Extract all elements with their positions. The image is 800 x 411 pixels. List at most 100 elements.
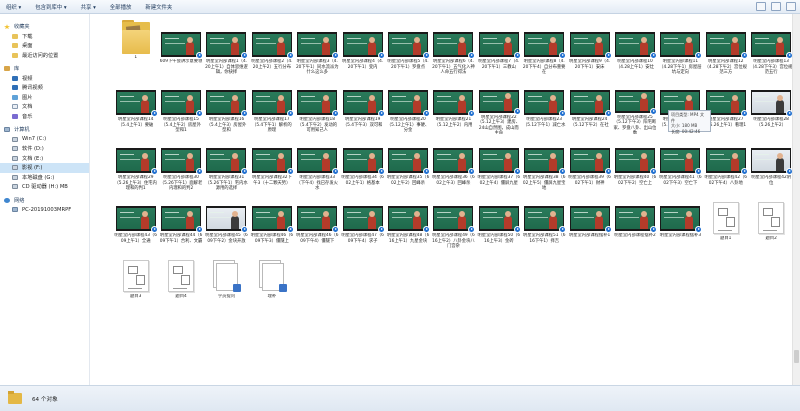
nav-item[interactable]: 视频 (0, 74, 89, 84)
file-item[interactable]: 明星堂内部课程18（5.4下午2）发动的可用知己人 (295, 76, 340, 134)
file-item[interactable]: 题目2 (748, 192, 793, 250)
file-item[interactable]: 理补 (249, 250, 294, 308)
nav-item[interactable]: 影视 (F:) (0, 163, 89, 173)
file-item[interactable]: 明星堂内部课程48（616上午1）九星金块 (385, 192, 431, 250)
file-item[interactable]: 609下午会讲示意要领 (158, 18, 204, 76)
file-item[interactable]: 明星堂内部课程4（4.20下午1）变内 (340, 18, 385, 76)
nav-item[interactable]: 文档 (0, 102, 89, 112)
nav-item[interactable]: 腾讯视频 (0, 83, 89, 93)
file-item[interactable]: 明星堂内部课程39（602下午1）财神 (567, 134, 612, 192)
file-item[interactable]: 明星堂内部课程2（4.20上午2）五行分布 (249, 18, 294, 76)
help-icon[interactable] (786, 2, 796, 11)
file-item[interactable]: 明星堂内部课程5（4.20下午1）罗盘点 (385, 18, 431, 76)
file-item[interactable]: 明星堂内部课程38（602上午5）僵屏九星宝地 (522, 134, 567, 192)
file-item[interactable]: 明星堂内部课程36（602上午3）回峰杀 (431, 134, 476, 192)
nav-item[interactable]: 计算机 (0, 125, 89, 135)
nav-item[interactable]: 文档 (E:) (0, 154, 89, 164)
file-item[interactable]: 明星堂内部课程42（602下午4）八卦地 (703, 134, 748, 192)
video-thumbnail (614, 148, 657, 175)
file-item[interactable]: 题目3 (113, 250, 158, 308)
file-item[interactable]: 明星堂内部课程6（4.20下午1）五气化入神人命五行得法 (431, 18, 476, 76)
play-badge-icon (604, 110, 612, 117)
folder-item[interactable]: 1 (113, 18, 158, 76)
file-item[interactable]: 题目1 (703, 192, 748, 250)
play-badge-icon (468, 52, 476, 59)
nav-item[interactable]: 下载 (0, 32, 89, 42)
file-item[interactable]: 明星堂内部课程42阴位 (748, 134, 794, 192)
file-item[interactable]: 明星堂内部课程10（4.28上午1）安灶 (612, 18, 657, 76)
file-item[interactable]: 明星堂内部课程24（5.12下午2）在社 (567, 76, 612, 134)
file-item[interactable]: 明星堂内部课程45（609下午2）金块开放 (204, 192, 249, 250)
file-item[interactable]: 明星堂内部课程25（5.12下午3）阳宅断家、罗盘八卦、出山位数 (612, 76, 657, 134)
file-item[interactable]: 题目4 (158, 250, 203, 308)
nav-item[interactable]: CD 驱动器 (H:) MB (0, 182, 89, 192)
view-options-icon[interactable] (756, 2, 766, 11)
file-item[interactable]: 明星堂内部课程46（609下午3）僵隧上 (249, 192, 294, 250)
include-in-library-menu[interactable]: 包含到库中 ▾ (35, 3, 66, 11)
file-item[interactable]: 明星堂内部课程32下午3（十二颗天势） (249, 134, 294, 192)
file-item[interactable]: 明星堂内部课程16（5.4上午3）房屋外型和 (204, 76, 249, 134)
file-item[interactable]: 明星堂内部课程14（5.4上午1）要破 (113, 76, 158, 134)
file-item[interactable]: 学员提问 (204, 250, 249, 308)
file-item[interactable]: 明星堂内部课程41（602下午3）空亡下 (658, 134, 703, 192)
file-item[interactable]: 明星堂内部课程35（602上午2）回峰杀 (385, 134, 431, 192)
file-item[interactable]: 明星堂内部课程46（609下午4）僵隧下 (295, 192, 340, 250)
file-item[interactable]: 明星堂内部课程摆补2 (612, 192, 657, 250)
file-item[interactable]: 明星堂内部课程20（5.12上午1）事硬、分金 (385, 76, 431, 134)
file-item[interactable]: 明星堂内部课程15（5.4上午2）房屋外型和1 (158, 76, 204, 134)
scrollbar-thumb[interactable] (794, 350, 799, 363)
file-item[interactable]: 明星堂内部课程9（4.20下午1）安床 (567, 18, 612, 76)
file-item[interactable]: 明星堂内部课程50（616上午3）金砖 (476, 192, 521, 250)
preview-pane-icon[interactable] (771, 2, 781, 11)
nav-item[interactable]: 网络 (0, 196, 89, 206)
nav-item[interactable]: 库 (0, 64, 89, 74)
file-item[interactable]: 明星堂内部课程13（4.28下午3）宫位规范五行 (748, 18, 794, 76)
file-item[interactable]: 明星堂内部课程11（4.28下午1）房屋层坑与定向 (658, 18, 703, 76)
file-item[interactable]: 明星堂内部课程19（5.4下午3）双可和 (340, 76, 385, 134)
file-item[interactable]: 明星堂内部课程40（602下午2）空亡上 (612, 134, 657, 192)
file-item[interactable]: 明星堂内部课程摆补1 (567, 192, 612, 250)
nav-item[interactable]: 最近访问的位置 (0, 51, 89, 61)
drive-icon (12, 165, 18, 171)
file-item[interactable]: 明星堂内部课程51（616下午1）择吉 (522, 192, 567, 250)
file-item[interactable]: 明星堂内部课程30（5.26下午1）面解老内理和的判2 (158, 134, 204, 192)
file-item[interactable]: 明星堂内部课程31（5.26下午1）宅内水源用的选择 (204, 134, 249, 192)
play-badge-icon (468, 168, 476, 175)
file-item[interactable]: 明星堂内部课程28（5.26上午2） (748, 76, 794, 134)
nav-item[interactable]: 桌面 (0, 41, 89, 51)
file-item[interactable]: 明星堂内部课程摆补3 (658, 192, 703, 250)
play-all-label: 全部播放 (109, 4, 132, 11)
nav-item[interactable]: 本地磁盘 (G:) (0, 173, 89, 183)
organize-menu[interactable]: 组织 ▾ (6, 3, 21, 11)
play-badge-icon (423, 168, 431, 175)
file-item[interactable]: 明星堂内部课程43（609上午1）全通 (113, 192, 158, 250)
file-item[interactable]: 明星堂内部课程47（609下午4）求子 (340, 192, 385, 250)
nav-item[interactable]: Win7 (C:) (0, 135, 89, 145)
file-item[interactable]: 明星堂内部课程21（5.12上午2）内用 (431, 76, 476, 134)
play-all-button[interactable]: 全部播放 (110, 3, 132, 11)
nav-item[interactable]: 收藏夹 (0, 22, 89, 32)
video-thumbnail (751, 32, 794, 59)
nav-item[interactable]: 音乐 (0, 112, 89, 122)
file-item[interactable]: 明星堂内部课程12（4.28下午2）宫位规范三方 (703, 18, 748, 76)
file-item[interactable]: 明星堂内部课程3（4.20下午1）同水流派为什么这么多 (295, 18, 340, 76)
nav-item[interactable]: 软件 (D:) (0, 144, 89, 154)
nav-item[interactable]: 图片 (0, 93, 89, 103)
new-folder-button[interactable]: 新建文件夹 (145, 3, 172, 11)
file-item[interactable]: 明星堂内部课程49（616上午2）八卦金块八门宫杂 (431, 192, 476, 250)
share-menu[interactable]: 共享 ▾ (81, 3, 96, 11)
file-item[interactable]: 明星堂内部课程1（4.20上午1）自体思维逻辑，你抉择 (204, 18, 249, 76)
file-item[interactable]: 明星堂内部课程7（4.20下午1）三教山 (476, 18, 521, 76)
file-item[interactable]: 明星堂内部课程37（602上午4）僵屏九星 (476, 134, 521, 192)
file-item[interactable]: 明星堂内部课程23（5.12下午1）减亡水 (522, 76, 567, 134)
nav-item[interactable]: PC-20191003MRPF (0, 205, 89, 215)
file-item[interactable]: 明星堂内部课程33（下午4）找已存发火水 (295, 134, 340, 192)
file-item[interactable]: 明星堂内部课程17（5.4下午1）解析的原理 (249, 76, 294, 134)
file-item[interactable]: 明星堂内部课程44（609下午1）合利、文霸 (158, 192, 204, 250)
music-icon (12, 113, 18, 119)
file-item[interactable]: 明星堂内部课程8（4.20下午4）自分布重要在 (522, 18, 567, 76)
file-item[interactable]: 明星堂内部课程22（5.12上午3）建房、24山自然图，成山而主命 (476, 76, 521, 134)
vertical-scrollbar[interactable] (792, 14, 800, 385)
file-item[interactable]: 明星堂内部课程29（5.26上午3）住宅内理和的判1 (113, 134, 158, 192)
file-item[interactable]: 明星堂内部课程34（602上午1）格基本 (340, 134, 385, 192)
